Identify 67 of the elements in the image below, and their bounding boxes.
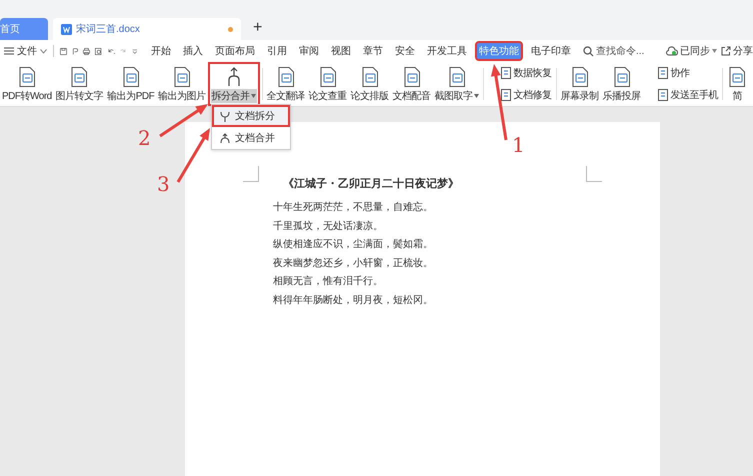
more-icon[interactable]	[132, 46, 138, 56]
ribbon-button[interactable]: 截图取字	[432, 62, 481, 106]
menu-tab[interactable]: 引用	[262, 41, 291, 61]
print-icon[interactable]	[83, 46, 90, 56]
menu-tab[interactable]: 电子印章	[526, 41, 575, 61]
poem-line: 十年生死两茫茫，不思量，自难忘。	[272, 200, 434, 215]
split-icon	[220, 110, 230, 122]
ribbon-button[interactable]: 屏幕录制	[558, 62, 601, 106]
ribbon-button[interactable]: 拆分合并	[208, 62, 260, 106]
dropdown-item[interactable]: 文档拆分	[212, 105, 290, 127]
save-icon[interactable]	[60, 46, 67, 56]
ribbon-button[interactable]: 乐播投屏	[600, 62, 643, 106]
menu-tab[interactable]: 安全	[390, 41, 419, 61]
step-number: 3	[157, 172, 170, 196]
poem-line: 料得年年肠断处，明月夜，短松冈。	[272, 294, 434, 308]
word-icon	[61, 24, 72, 34]
menu-tab[interactable]: 页面布局	[210, 41, 259, 61]
ribbon-button[interactable]: 文档修复	[500, 88, 552, 102]
margin-corner-mark	[586, 166, 602, 182]
ribbon-button[interactable]: 发送至手机	[656, 88, 718, 102]
margin-corner-mark	[243, 166, 259, 182]
ribbon-button[interactable]: 论文排版	[348, 62, 391, 106]
dropdown-item[interactable]: 文档合并	[212, 127, 290, 149]
ribbon-button[interactable]: 论文查重	[306, 62, 349, 106]
new-tab-button[interactable]: +	[253, 18, 262, 40]
menu-tab[interactable]: 开始	[146, 41, 175, 61]
ribbon-button[interactable]: 协作	[656, 66, 718, 80]
caret-icon	[250, 94, 256, 98]
poem-line: 夜来幽梦忽还乡，小轩窗，正梳妆。	[272, 256, 434, 270]
poem-title: 《江城子・乙卯正月二十日夜记梦》	[282, 176, 460, 191]
menu-tab[interactable]: 插入	[178, 41, 207, 61]
step-number: 1	[512, 133, 525, 157]
ribbon-button[interactable]: 输出为PDF	[105, 62, 156, 106]
ribbon-button[interactable]: 输出为图片	[156, 62, 208, 106]
chevron-icon	[40, 48, 47, 54]
document-icon	[656, 67, 669, 79]
poem-line: 相顾无言，惟有泪千行。	[272, 274, 384, 289]
caret-icon	[474, 94, 479, 98]
ribbon-button[interactable]: 简	[725, 62, 750, 106]
menu-tab[interactable]: 章节	[358, 41, 387, 61]
ribbon-button[interactable]: 全文翻译	[264, 62, 307, 106]
file-menu[interactable]: 文件	[4, 44, 47, 58]
poem-line: 纵使相逢应不识，尘满面，鬓如霜。	[272, 238, 434, 252]
ribbon-button[interactable]: 图片转文字	[54, 62, 106, 106]
document-icon	[656, 89, 669, 101]
document-icon	[500, 67, 512, 79]
preview-icon[interactable]	[95, 46, 102, 56]
poem-line: 千里孤坟，无处话凄凉。	[272, 220, 384, 234]
ribbon-button[interactable]: 文档配音	[390, 62, 433, 106]
menu-icon	[4, 47, 14, 55]
menu-tab[interactable]: 开发工具	[422, 41, 471, 61]
share-button[interactable]: 分享	[720, 44, 753, 58]
sync-button[interactable]: 已同步	[666, 44, 717, 58]
caret-icon	[712, 49, 717, 53]
search-icon	[582, 46, 594, 56]
command-search-field[interactable]: 查找命令...	[582, 46, 662, 56]
menu-tab[interactable]: 视图	[326, 41, 355, 61]
unsaved-dot	[228, 26, 233, 32]
ribbon-button[interactable]: 数据恢复	[500, 66, 552, 80]
ribbon-button[interactable]: PDF转Word	[0, 62, 54, 106]
merge-icon	[220, 132, 230, 144]
share-icon	[720, 46, 731, 56]
step-number: 2	[138, 126, 151, 150]
document-icon	[500, 89, 512, 101]
document-tab[interactable]: 宋词三首.docx	[53, 18, 241, 40]
menu-tab[interactable]: 审阅	[294, 41, 323, 61]
cloud-icon	[666, 46, 678, 56]
